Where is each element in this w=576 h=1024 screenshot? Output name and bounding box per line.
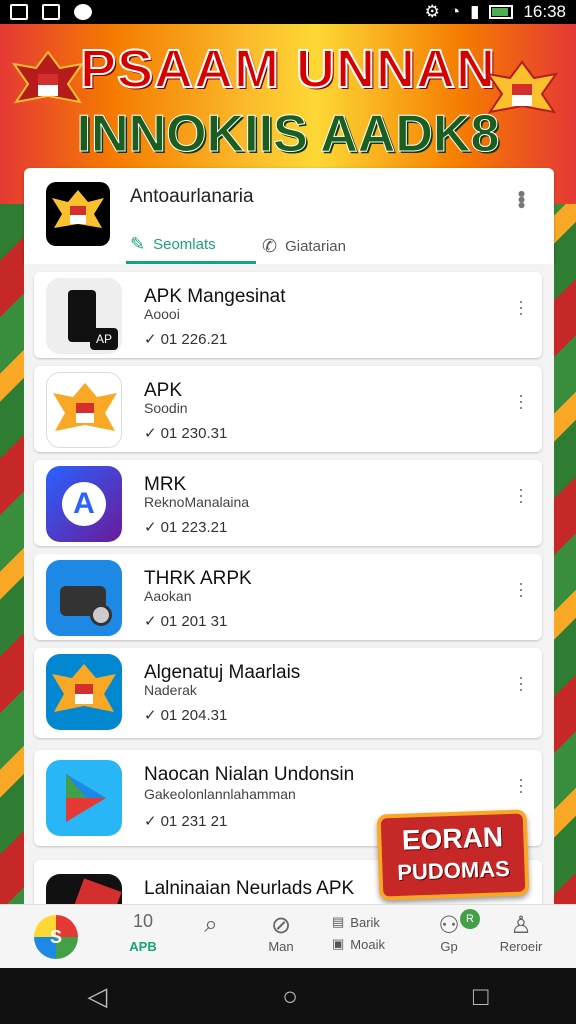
list-item[interactable]: APK Soodin ✓ 01 230.31 · · · (34, 366, 542, 452)
status-time: 16:38 (523, 2, 566, 21)
app-subtitle: Soodin (144, 400, 188, 416)
nav-item-reroeir[interactable]: ♙ Reroeir (486, 911, 556, 954)
phone-icon: ✆ (262, 235, 278, 256)
tab-seomlats[interactable]: ✎ Seomlats (126, 228, 256, 264)
pencil-icon: ✎ (130, 234, 146, 254)
app-subtitle: ReknoManalaina (144, 494, 250, 510)
check-icon: ✓ (144, 813, 157, 830)
promo-line1: EORAN (401, 821, 504, 856)
more-options-icon[interactable]: · · · (518, 770, 524, 800)
app-meta: ✓ 01 231 21 (144, 812, 228, 831)
nav-count: 10 (132, 911, 154, 931)
home-icon[interactable]: ○ (282, 981, 298, 1012)
garuda-emblem-icon (46, 182, 110, 246)
more-options-icon[interactable]: ••• (508, 190, 534, 207)
nav-label: APB (129, 939, 157, 954)
nav-item-apb[interactable]: 10 APB (108, 911, 178, 954)
tab-giatarian[interactable]: ✆ Giatarian (262, 228, 346, 264)
check-icon: ✓ (144, 425, 157, 442)
bottom-navigation: S 10 APB ⌕ ⊘ Man ▤ Barik ▣ Moaik ⚇ Gp R ♙ … (0, 904, 576, 968)
app-title: APK (144, 380, 183, 401)
list-item[interactable]: A MRK ReknoManalaina ✓ 01 223.21 · · · (34, 460, 542, 546)
list-item[interactable]: AP APK Mangesinat Aoooi ✓ 01 226.21 · · · (34, 272, 542, 358)
check-icon: ✓ (144, 519, 157, 536)
garuda-emblem-icon (46, 372, 122, 448)
app-subtitle: Aaokan (144, 588, 192, 604)
list-item[interactable]: Algenatuj Maarlais Naderak ✓ 01 204.31 ·… (34, 648, 542, 738)
more-options-icon[interactable]: · · · (518, 668, 524, 698)
app-title: APK Mangesinat (144, 286, 286, 307)
compass-icon: ⊘ (270, 912, 292, 939)
garuda-emblem-icon (46, 654, 122, 730)
check-icon: ✓ (144, 707, 157, 724)
list-icon: ▤ (332, 914, 345, 929)
gmail-notification-icon (42, 4, 60, 20)
more-options-icon[interactable]: · · · (518, 292, 524, 322)
app-title: Naocan Nialan Undonsin (144, 764, 355, 785)
system-navigation-bar: ◁ ○ □ (0, 968, 576, 1024)
app-meta-value: 01 223.21 (160, 518, 228, 536)
app-title: Lalninaian Neurlads APK (144, 878, 355, 899)
list-item[interactable]: THRK ARPK Aaokan ✓ 01 201 31 · · · (34, 554, 542, 640)
app-meta-value: 01 226.21 (160, 330, 228, 348)
tab-label: Seomlats (153, 236, 216, 253)
back-icon[interactable]: ◁ (87, 981, 107, 1012)
nav-label: Gp (440, 939, 458, 954)
app-meta-value: 01 204.31 (160, 706, 228, 724)
app-title: MRK (144, 474, 187, 495)
app-notification-icon (74, 4, 92, 20)
play-store-icon (46, 760, 122, 836)
app-icon (46, 874, 122, 904)
nav-item-barik[interactable]: ▤ Barik ▣ Moaik (332, 911, 412, 955)
more-options-icon[interactable]: · · · (518, 574, 524, 604)
app-title: Algenatuj Maarlais (144, 662, 301, 683)
nav-item-search[interactable]: ⌕ (176, 911, 246, 939)
app-list: AP APK Mangesinat Aoooi ✓ 01 226.21 · · · … (24, 264, 554, 904)
app-meta-value: 01 201 31 (160, 612, 228, 630)
app-subtitle: Aoooi (144, 306, 180, 322)
a-letter-icon: A (46, 466, 122, 542)
wifi-icon: ◔ (449, 2, 461, 21)
nav-label: Reroeir (499, 939, 543, 954)
promo-sticker[interactable]: EORAN PUDOMAS (376, 809, 530, 901)
battery-icon (489, 5, 514, 19)
app-subtitle: Gakeolonlannlahamman (144, 786, 296, 802)
nav-label: Moaik (350, 936, 385, 952)
search-icon: ⌕ (204, 911, 218, 938)
app-meta: ✓ 01 223.21 (144, 518, 228, 537)
nav-label: Barik (350, 914, 380, 930)
page-title: Antoaurlanaria (130, 186, 254, 207)
app-subtitle: Naderak (144, 682, 197, 698)
recents-icon[interactable]: □ (473, 981, 489, 1012)
list-icon: ▣ (332, 936, 345, 951)
person-icon: ♙ (510, 912, 532, 939)
app-meta-value: 01 231 21 (160, 812, 228, 830)
vehicle-icon (46, 560, 122, 636)
app-title: THRK ARPK (144, 568, 252, 589)
garuda-emblem-icon (485, 60, 559, 114)
check-icon: ✓ (144, 613, 157, 630)
app-meta: ✓ 01 204.31 (144, 706, 228, 725)
image-notification-icon (10, 4, 28, 20)
app-logo-icon[interactable]: S (34, 915, 78, 959)
nav-label: Man (268, 939, 294, 954)
status-bar: ⚙ ◔ ▮ 16:38 (0, 0, 576, 24)
app-header-card: Antoaurlanaria ••• ✎ Seomlats ✆ Giataria… (24, 168, 554, 264)
phone-device-icon: AP (46, 278, 122, 354)
more-options-icon[interactable]: · · · (518, 480, 524, 510)
nav-item-man[interactable]: ⊘ Man (246, 911, 316, 954)
check-icon: ✓ (144, 331, 157, 348)
vibrate-icon: ⚙ (424, 2, 440, 21)
more-options-icon[interactable]: · · · (518, 386, 524, 416)
app-meta-value: 01 230.31 (160, 424, 228, 442)
app-meta: ✓ 01 230.31 (144, 424, 228, 443)
notification-badge: R (460, 909, 480, 929)
signal-icon: ▮ (470, 2, 480, 21)
app-meta: ✓ 01 226.21 (144, 330, 228, 349)
promo-line2: PUDOMAS (396, 856, 511, 885)
app-meta: ✓ 01 201 31 (144, 612, 228, 631)
tab-label: Giatarian (285, 237, 346, 255)
